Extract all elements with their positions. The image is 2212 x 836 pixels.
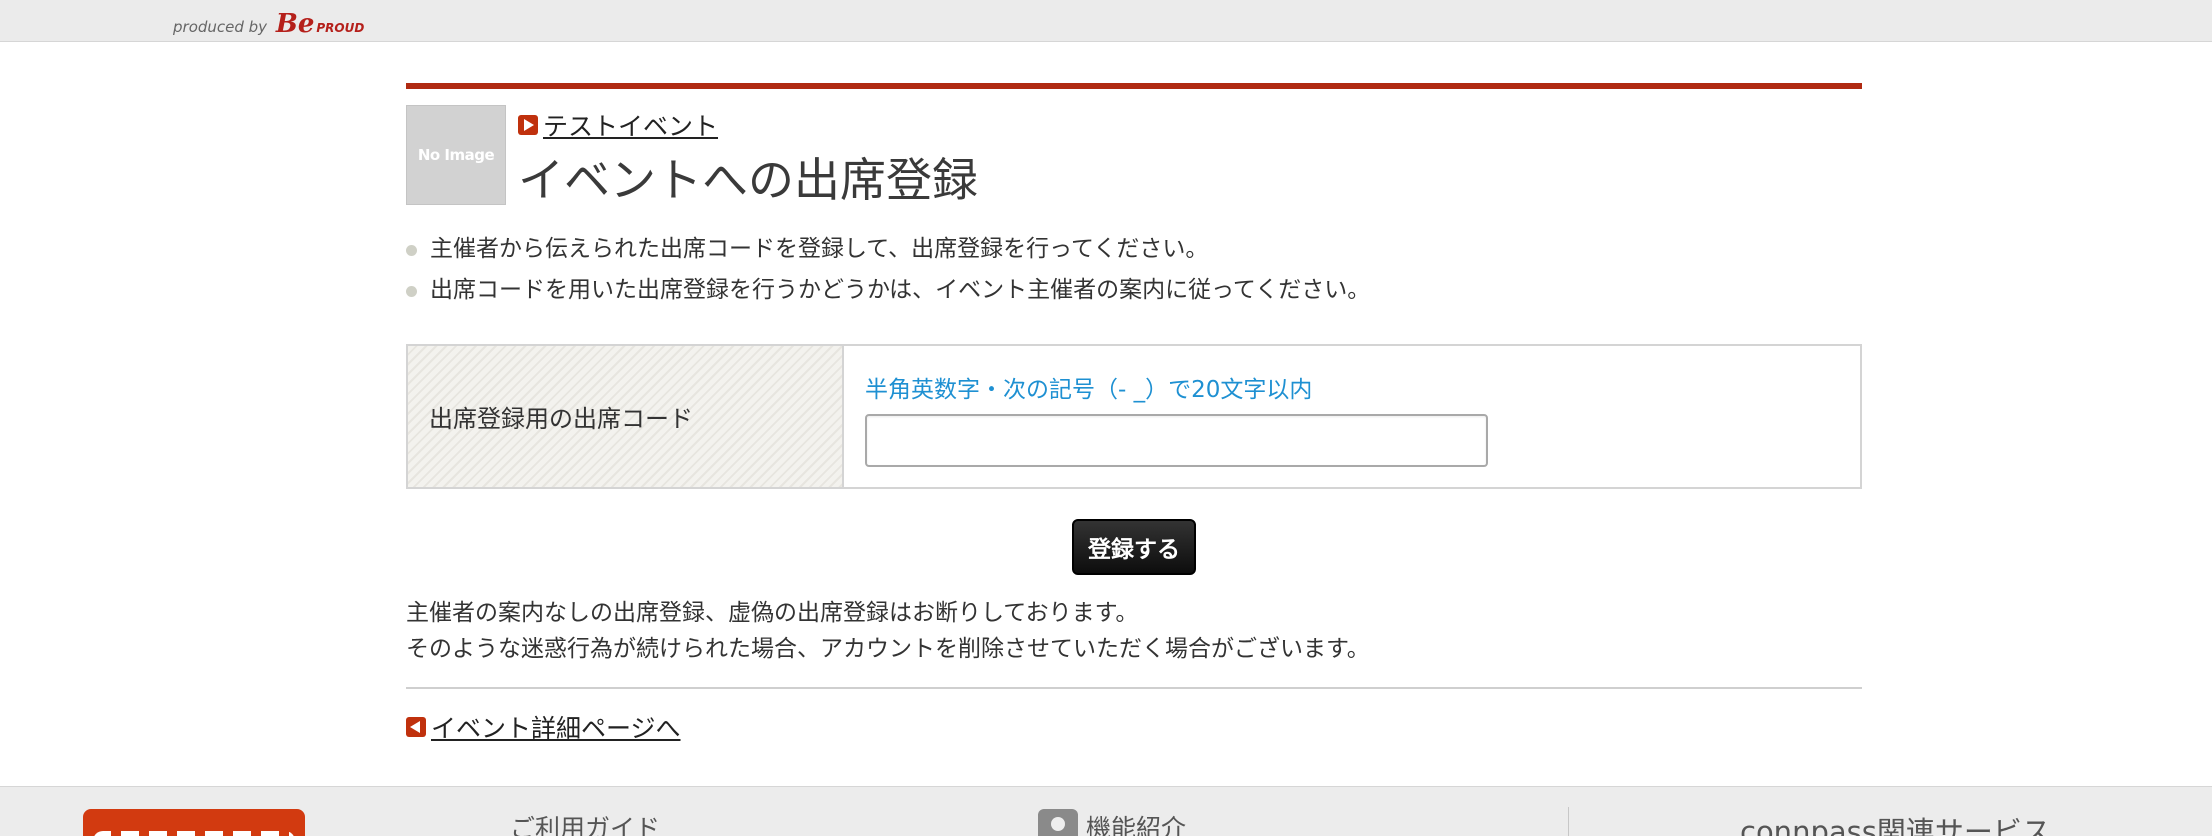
arrow-left-icon — [406, 717, 426, 737]
instruction-list: 主催者から伝えられた出席コードを登録して、出席登録を行ってください。 出席コード… — [406, 229, 1862, 311]
event-link-label[interactable]: テストイベント — [543, 107, 718, 143]
warning-text: 主催者の案内なしの出席登録、虚偽の出席登録はお断りしております。 そのような迷惑… — [406, 595, 1370, 667]
produced-by-credit[interactable]: produced by Be PROUD — [173, 9, 364, 39]
attendance-code-form: 出席登録用の出席コード 半角英数字・次の記号（- _）で20文字以内 — [406, 344, 1862, 489]
event-header: No Image テストイベント イベントへの出席登録 — [406, 89, 1862, 207]
produced-by-text: produced by — [173, 18, 268, 36]
footer-features-label[interactable]: 機能紹介 — [1086, 809, 1186, 836]
beproud-logo-be: Be — [275, 9, 315, 39]
footer: ご利用ガイド 機能紹介 connpass関連サービス — [0, 786, 2212, 836]
instruction-item: 主催者から伝えられた出席コードを登録して、出席登録を行ってください。 — [406, 229, 1862, 270]
event-link[interactable]: テストイベント — [518, 107, 718, 143]
section-divider — [406, 687, 1862, 689]
top-bar: produced by Be PROUD — [0, 0, 2212, 42]
connpass-logo[interactable] — [83, 809, 305, 836]
beproud-logo-proud: PROUD — [316, 21, 365, 35]
no-image-label: No Image — [417, 146, 495, 164]
attendance-code-hint: 半角英数字・次の記号（- _）で20文字以内 — [865, 377, 1313, 403]
footer-related-services: connpass関連サービス — [1740, 815, 2051, 836]
attendance-code-cell: 半角英数字・次の記号（- _）で20文字以内 — [844, 346, 1860, 487]
warning-line: 主催者の案内なしの出席登録、虚偽の出席登録はお断りしております。 — [406, 600, 1139, 626]
attendance-code-label: 出席登録用の出席コード — [408, 346, 844, 487]
back-link-label[interactable]: イベント詳細ページへ — [431, 709, 681, 745]
register-button[interactable]: 登録する — [1072, 519, 1196, 575]
page-title: イベントへの出席登録 — [518, 153, 978, 207]
back-to-event-link[interactable]: イベント詳細ページへ — [406, 709, 681, 745]
footer-features-link[interactable]: 機能紹介 — [1038, 809, 1186, 836]
warning-line: そのような迷惑行為が続けられた場合、アカウントを削除させていただく場合がございま… — [406, 636, 1370, 662]
lightbulb-icon — [1038, 809, 1078, 836]
instruction-item: 出席コードを用いた出席登録を行うかどうかは、イベント主催者の案内に従ってください… — [406, 270, 1862, 311]
arrow-right-icon — [518, 115, 538, 135]
main-content: No Image テストイベント イベントへの出席登録 主催者から伝えられた出席… — [406, 83, 1862, 743]
footer-guide-link[interactable]: ご利用ガイド — [510, 809, 660, 836]
attendance-code-input[interactable] — [865, 414, 1488, 467]
footer-separator — [1568, 807, 1569, 836]
event-thumbnail: No Image — [406, 105, 506, 205]
